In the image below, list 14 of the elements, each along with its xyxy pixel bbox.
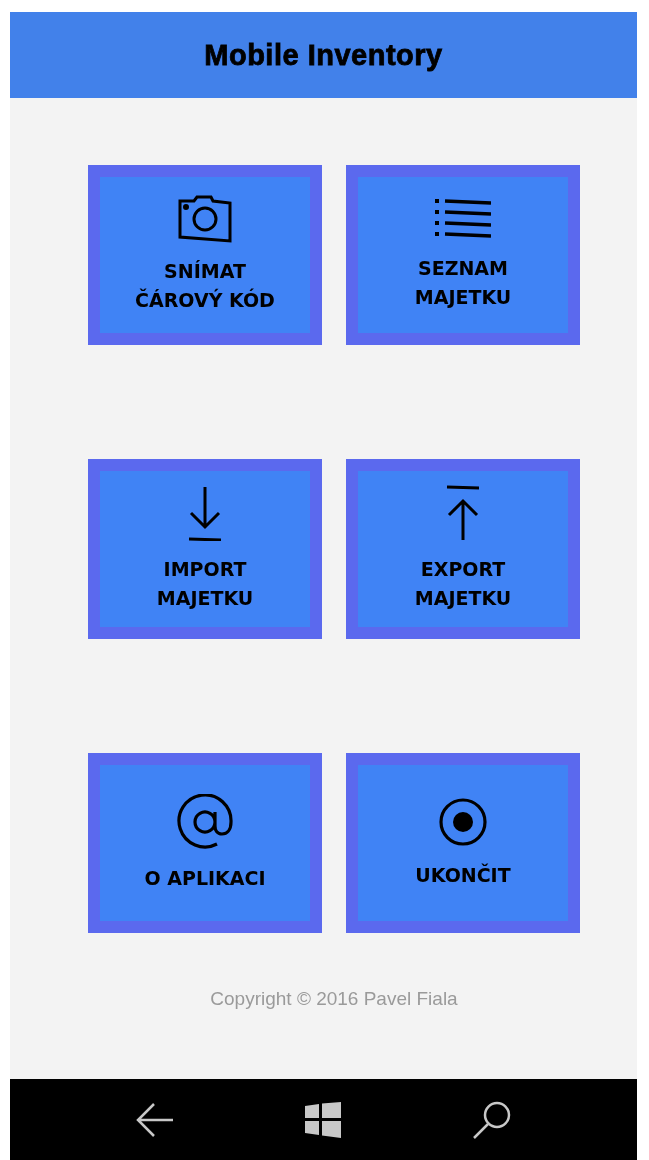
- copyright-text: Copyright © 2016 Pavel Fiala: [210, 988, 458, 1010]
- record-icon: [438, 796, 488, 847]
- menu-tile[interactable]: EXPORT MAJETKU: [346, 459, 580, 639]
- menu-tile[interactable]: SEZNAM MAJETKU: [346, 165, 580, 345]
- menu-tile[interactable]: UKONČIT: [346, 753, 580, 933]
- upload-icon: [445, 485, 481, 541]
- app-title: Mobile Inventory: [204, 38, 443, 72]
- menu-tile[interactable]: SNÍMAT ČÁROVÝ KÓD: [88, 165, 322, 345]
- download-icon: [187, 485, 223, 541]
- list-icon: [435, 198, 491, 240]
- camera-icon: [177, 195, 233, 243]
- menu-tile[interactable]: IMPORT MAJETKU: [88, 459, 322, 639]
- menu-tile[interactable]: O APLIKACI: [88, 753, 322, 933]
- at-sign-icon: [177, 793, 233, 850]
